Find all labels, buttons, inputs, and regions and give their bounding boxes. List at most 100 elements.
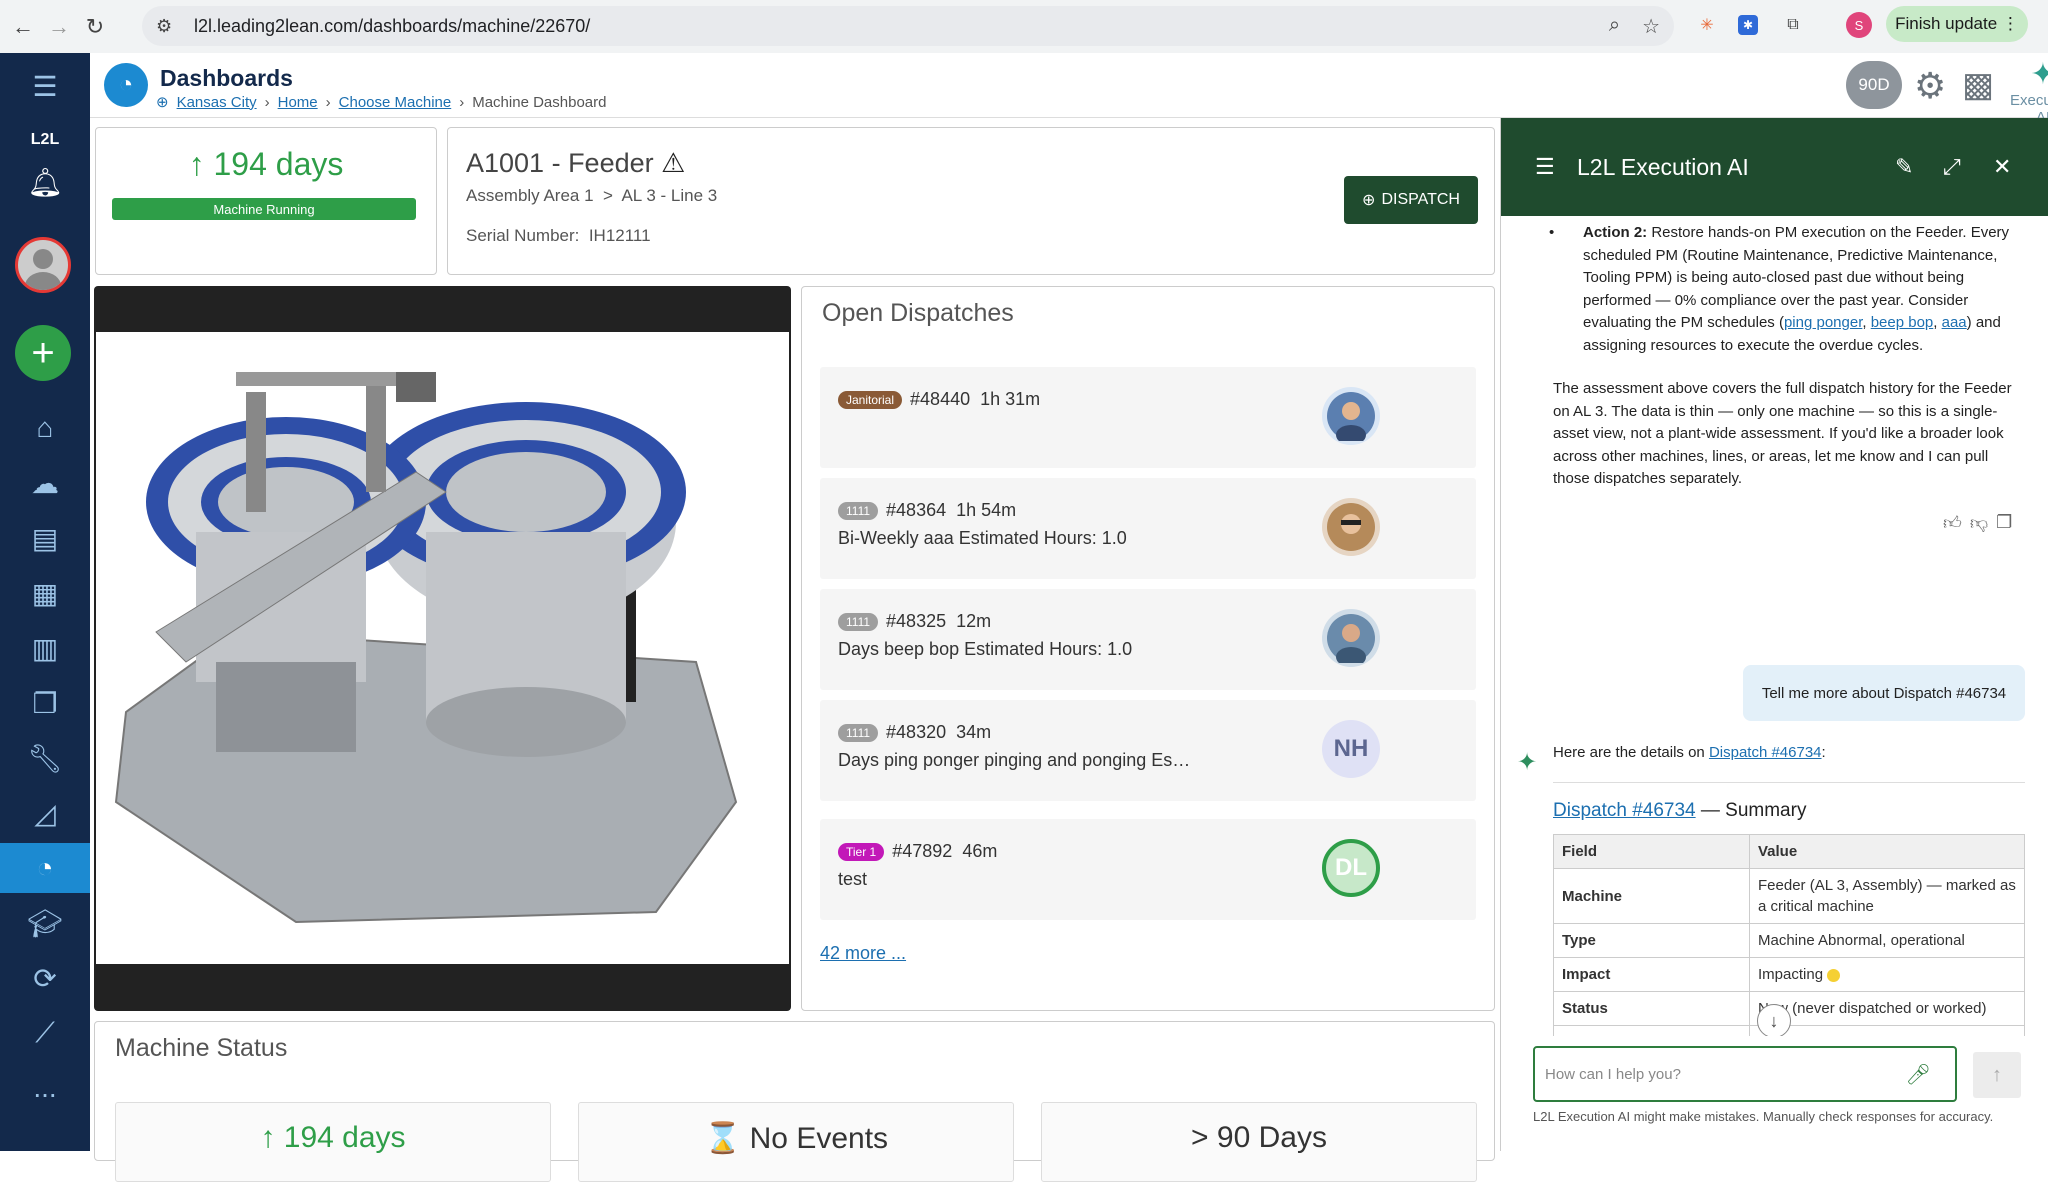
user-message: Tell me more about Dispatch #46734 <box>1743 665 2025 721</box>
ai-chat-input[interactable]: How can I help you? 🎤︎ <box>1533 1046 1957 1102</box>
assignee-avatar <box>1322 387 1380 445</box>
sidebar: ☰ L2L 🔔︎ + ⌂ ☁ ▤ ▦ ▥ ❐ 🔧︎ ◿ ◔ 🎓︎ ⟳ ⟋ ... <box>0 53 90 1151</box>
finish-update-button[interactable]: Finish update ⋮ <box>1886 6 2028 42</box>
dispatch-age: 1h 31m <box>980 389 1041 409</box>
profile-avatar[interactable]: S <box>1846 12 1872 38</box>
dashboard-icon[interactable]: ◔ <box>0 843 90 893</box>
scroll-down-button[interactable]: ↓ <box>1757 1004 1791 1036</box>
uptime-days: 194 days <box>213 146 344 182</box>
thumbs-down-icon[interactable]: 👎︎ <box>1970 512 1988 534</box>
copy-icon[interactable]: ❐ <box>1996 512 2012 534</box>
details-suffix: : <box>1821 744 1826 761</box>
notification-bell-icon[interactable]: 🔔︎ <box>0 157 90 207</box>
wrench-icon[interactable]: 🔧︎ <box>0 733 90 783</box>
status-events-value: No Events <box>749 1122 889 1155</box>
clipboard-icon[interactable]: ❐ <box>0 678 90 728</box>
cycle-icon[interactable]: ⟳ <box>0 953 90 1003</box>
location-area: Assembly Area 1 <box>466 186 594 205</box>
arrow-up-icon: ↑ <box>260 1121 276 1154</box>
summary-dispatch-link[interactable]: Dispatch #46734 <box>1553 800 1696 821</box>
address-bar[interactable]: ⚙ l2l.leading2lean.com/dashboards/machin… <box>142 6 1674 46</box>
table-header-row: Field Value <box>1553 834 2025 869</box>
new-chat-edit-icon[interactable]: ✎ <box>1895 154 1913 180</box>
range-badge[interactable]: 90D <box>1846 61 1902 109</box>
breadcrumb-site[interactable]: Kansas City <box>177 94 257 111</box>
finish-update-label: Finish update <box>1895 14 1998 33</box>
ai-menu-icon[interactable]: ☰ <box>1535 154 1555 180</box>
pm-link-aaa[interactable]: aaa <box>1942 314 1967 331</box>
user-avatar[interactable] <box>15 237 71 293</box>
dispatch-item[interactable]: Tier 1 #47892 46m test DL <box>820 819 1476 920</box>
response-actions: 👍︎ 👎︎ ❐ <box>1943 512 2012 534</box>
dispatch-header: 1111 #48325 12m <box>838 611 991 632</box>
back-icon[interactable]: ← <box>10 14 36 40</box>
page-title: Dashboards <box>160 65 293 91</box>
machine-name: A1001 - Feeder <box>466 148 654 178</box>
breadcrumb: ⊕ Kansas City › Home › Choose Machine › Mac… <box>156 93 606 112</box>
table-cell-field: Impact <box>1553 957 1750 992</box>
dispatch-age: 34m <box>956 722 992 742</box>
breadcrumb-separator: › <box>459 93 465 111</box>
calendar-icon[interactable]: ▦ <box>0 568 90 618</box>
breadcrumb-choose-machine[interactable]: Choose Machine <box>339 94 452 111</box>
document-icon[interactable]: ▤ <box>0 513 90 563</box>
table-row: Type Machine Abnormal, operational <box>1553 923 2025 958</box>
settings-gear-icon[interactable]: ⚙ <box>1914 65 1946 107</box>
arrow-up-icon: ↑ <box>188 146 205 182</box>
pm-link-ping-ponger[interactable]: ping ponger <box>1784 314 1862 331</box>
expand-icon[interactable]: ⤢ <box>1943 154 1961 180</box>
dispatch-label: DISPATCH <box>1381 191 1460 208</box>
url-text[interactable]: l2l.leading2lean.com/dashboards/machine/… <box>194 16 590 37</box>
cloud-icon[interactable]: ☁ <box>0 458 90 508</box>
execution-ai-button[interactable]: ✦ Execution AI <box>2010 57 2048 126</box>
qr-code-icon[interactable]: ▩ <box>1962 65 1994 105</box>
grid-calendar-icon[interactable]: ▥ <box>0 623 90 673</box>
dispatch-46734-link[interactable]: Dispatch #46734 <box>1709 744 1822 761</box>
dispatch-badge: 1111 <box>838 724 879 743</box>
forward-icon[interactable]: → <box>46 14 72 40</box>
dispatch-button[interactable]: ⊕ DISPATCH <box>1344 176 1478 224</box>
add-icon[interactable]: + <box>15 325 71 381</box>
reload-icon[interactable]: ↻ <box>82 14 108 40</box>
dispatch-item[interactable]: 1111 #48364 1h 54m Bi-Weekly aaa Estimate… <box>820 478 1476 579</box>
send-button[interactable]: ↑ <box>1973 1052 2021 1098</box>
microphone-icon[interactable]: 🎤︎ <box>1906 1062 1931 1087</box>
extension-icon-blue[interactable]: ✱ <box>1738 15 1758 35</box>
location-line: AL 3 - Line 3 <box>621 186 718 205</box>
pm-link-beep-bop[interactable]: beep bop <box>1871 314 1934 331</box>
breadcrumb-home[interactable]: Home <box>278 94 318 111</box>
machine-status-title: Machine Status <box>115 1034 288 1062</box>
ai-details-intro: Here are the details on Dispatch #46734: <box>1553 742 2025 765</box>
training-cap-icon[interactable]: 🎓︎ <box>0 898 90 948</box>
line-chart-icon[interactable]: ⟋ <box>0 1008 90 1058</box>
zoom-icon[interactable]: ⌕ <box>1609 14 1620 39</box>
globe-icon: ⊕ <box>156 94 169 111</box>
dispatch-item[interactable]: 1111 #48325 12m Days beep bop Estimated H… <box>820 589 1476 690</box>
more-icon[interactable]: ... <box>0 1063 90 1113</box>
dispatch-badge: 1111 <box>838 613 879 632</box>
home-icon[interactable]: ⌂ <box>0 403 90 453</box>
close-icon[interactable]: ✕ <box>1993 154 2011 180</box>
collapse-menu-icon[interactable]: ☰ <box>0 61 90 111</box>
thumbs-up-icon[interactable]: 👍︎ <box>1943 512 1962 534</box>
dispatch-item[interactable]: 1111 #48320 34m Days ping ponger pinging … <box>820 700 1476 801</box>
dispatch-header: Tier 1 #47892 46m <box>838 841 997 862</box>
extension-icon-claude[interactable]: ✳ <box>1694 12 1720 38</box>
dispatch-item[interactable]: Janitorial #48440 1h 31m <box>820 367 1476 468</box>
chart-icon[interactable]: ◿ <box>0 788 90 838</box>
extensions-puzzle-icon[interactable]: ⧉ <box>1780 12 1806 38</box>
ai-conversation[interactable]: • Action 2: Restore hands-on PM executio… <box>1501 216 2048 1036</box>
table-cell-value: Electrician <box>1749 1025 2025 1036</box>
table-header-field: Field <box>1553 834 1750 869</box>
serial-value: IH12111 <box>588 226 651 245</box>
machine-location: Assembly Area 1 > AL 3 - Line 3 <box>466 186 718 205</box>
open-dispatches-title: Open Dispatches <box>822 299 1014 327</box>
more-dispatches-link[interactable]: 42 more ... <box>820 943 906 964</box>
status-box-range: > 90 Days <box>1041 1102 1477 1182</box>
summary-suffix: — Summary <box>1695 800 1807 821</box>
site-info-icon[interactable]: ⚙ <box>156 16 186 37</box>
dispatch-header: 1111 #48364 1h 54m <box>838 500 1016 521</box>
table-row: Impact Impacting <box>1553 957 2025 992</box>
machine-image-card <box>94 286 791 1011</box>
bookmark-star-icon[interactable]: ☆ <box>1642 14 1660 39</box>
